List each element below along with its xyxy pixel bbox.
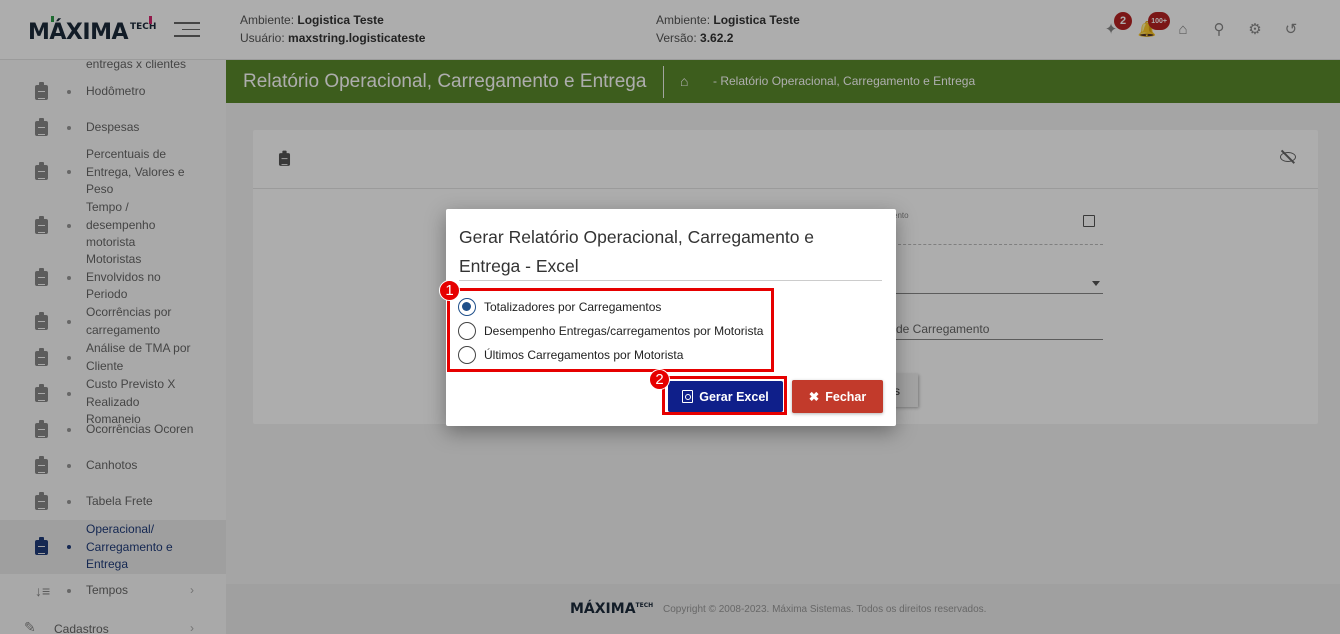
dialog-title: Gerar Relatório Operacional, Carregament…	[459, 227, 815, 276]
annotation-number: 1	[439, 280, 460, 301]
close-button[interactable]: ✖ Fechar	[792, 380, 883, 413]
divider	[459, 280, 882, 281]
annotation-box-options	[447, 288, 774, 372]
annotation-box-generate	[662, 376, 787, 415]
annotation-number: 2	[649, 369, 670, 390]
close-icon: ✖	[808, 390, 820, 404]
